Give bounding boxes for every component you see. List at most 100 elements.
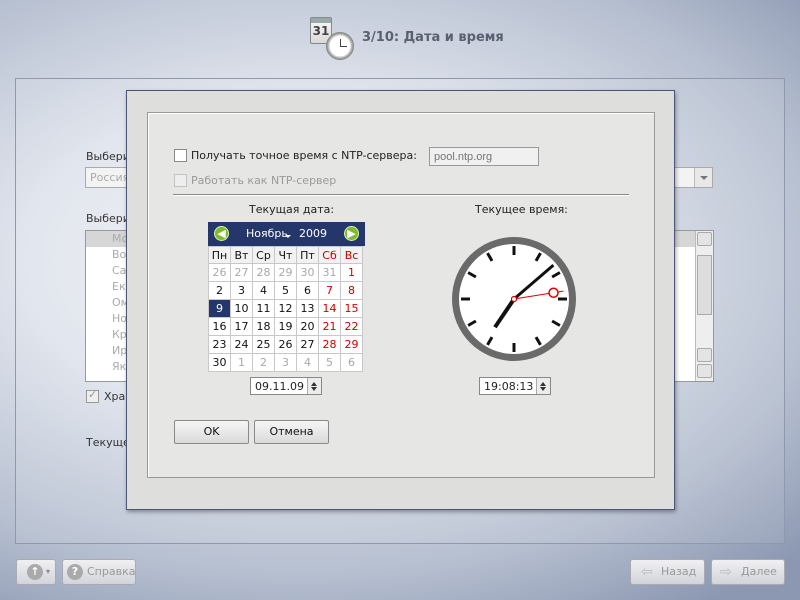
- calendar-day[interactable]: 5: [318, 353, 341, 372]
- time-spinbox[interactable]: 19:08:13: [479, 377, 551, 395]
- store-checkbox[interactable]: [86, 388, 99, 403]
- cancel-button[interactable]: Отмена: [254, 420, 329, 444]
- step-title: 3/10: Дата и время: [362, 30, 504, 45]
- date-time-dialog: Получать точное время с NTP-сервера: Раб…: [126, 90, 675, 510]
- calendar-day[interactable]: 23: [208, 335, 231, 354]
- store-checkbox-label: Хра: [104, 390, 126, 403]
- clock-icon: [326, 32, 354, 60]
- calendar-day[interactable]: 14: [318, 299, 341, 318]
- calendar-month[interactable]: Ноябрь: [246, 227, 288, 240]
- weekday-header: Вс: [340, 246, 363, 264]
- calendar-day[interactable]: 3: [230, 281, 253, 300]
- calendar-day[interactable]: 18: [252, 317, 275, 336]
- calendar-header: ◀ Ноябрь 2009 ▶: [208, 222, 365, 246]
- time-value: 19:08:13: [484, 380, 534, 393]
- calendar-day[interactable]: 25: [252, 335, 275, 354]
- dialog-body: Получать точное время с NTP-сервера: Раб…: [147, 112, 655, 478]
- ntp-checkbox[interactable]: [174, 149, 187, 162]
- weekday-header: Вт: [230, 246, 253, 264]
- calendar-day[interactable]: 2: [208, 281, 231, 300]
- calendar-day[interactable]: 20: [296, 317, 319, 336]
- scroll-up-button[interactable]: [697, 232, 712, 246]
- calendar-day[interactable]: 13: [296, 299, 319, 318]
- weekday-header: Чт: [274, 246, 297, 264]
- date-spin-arrows-icon[interactable]: [307, 378, 321, 394]
- chevron-down-icon: ▾: [46, 567, 51, 576]
- ntp-server-input[interactable]: [429, 147, 539, 166]
- calendar-day[interactable]: 24: [230, 335, 253, 354]
- work-as-server-label: Работать как NTP-сервер: [191, 174, 337, 187]
- calendar-day[interactable]: 2: [252, 353, 275, 372]
- calendar-day[interactable]: 12: [274, 299, 297, 318]
- calendar-day[interactable]: 30: [296, 263, 319, 282]
- calendar-day[interactable]: 10: [230, 299, 253, 318]
- scroll-thumb[interactable]: [697, 255, 712, 315]
- weekday-header: Пн: [208, 246, 231, 264]
- ok-button[interactable]: OK: [174, 420, 249, 444]
- calendar-day[interactable]: 31: [318, 263, 341, 282]
- calendar-day[interactable]: 30: [208, 353, 231, 372]
- scroll-down-button[interactable]: [697, 348, 712, 362]
- help-label: Справка: [87, 565, 136, 578]
- calendar-day[interactable]: 16: [208, 317, 231, 336]
- date-spinbox[interactable]: 09.11.09: [250, 377, 322, 395]
- region-label: Выбери: [86, 150, 130, 163]
- arrow-right-icon: ⇨: [720, 564, 732, 580]
- scroll-down-button-2[interactable]: [697, 364, 712, 378]
- clock-center: [510, 295, 518, 303]
- calendar-day[interactable]: 27: [230, 263, 253, 282]
- calendar-day[interactable]: 27: [296, 335, 319, 354]
- calendar-day[interactable]: 21: [318, 317, 341, 336]
- calendar-day[interactable]: 17: [230, 317, 253, 336]
- calendar-day[interactable]: 6: [296, 281, 319, 300]
- calendar-day[interactable]: 26: [208, 263, 231, 282]
- prev-month-arrow-icon[interactable]: ◀: [214, 226, 229, 241]
- weekday-header: Ср: [252, 246, 275, 264]
- calendar-day[interactable]: 29: [340, 335, 363, 354]
- zone-label: Выбери: [86, 212, 130, 225]
- current-date-label: Текущая дата:: [249, 203, 335, 216]
- analog-clock: [452, 237, 576, 361]
- current-time-label: Текущее время:: [475, 203, 568, 216]
- calendar-day[interactable]: 9: [208, 299, 231, 318]
- calendar-day[interactable]: 1: [230, 353, 253, 372]
- calendar-day[interactable]: 11: [252, 299, 275, 318]
- next-button[interactable]: ⇨ Далее: [711, 559, 785, 585]
- separator: [173, 194, 629, 196]
- back-button[interactable]: ⇦ Назад: [630, 559, 705, 585]
- calendar-grid: Пн Вт Ср Чт Пт Сб Вс 26 27 28 29 30 31 1 2 3 4 5 6 7 8 9 10 11 1…: [208, 246, 363, 372]
- menu-button[interactable]: ↑ ▾: [16, 559, 56, 585]
- region-combo-value: Россия: [90, 171, 130, 184]
- calendar-day[interactable]: 29: [274, 263, 297, 282]
- calendar-day[interactable]: 1: [340, 263, 363, 282]
- calendar-day[interactable]: 28: [318, 335, 341, 354]
- calendar-day[interactable]: 3: [274, 353, 297, 372]
- calendar-year[interactable]: 2009: [299, 227, 327, 240]
- current-time-bg-label: Текуще: [86, 436, 130, 449]
- calendar-day[interactable]: 22: [340, 317, 363, 336]
- next-label: Далее: [741, 565, 777, 578]
- chevron-down-icon[interactable]: [694, 168, 712, 187]
- calendar-day[interactable]: 26: [274, 335, 297, 354]
- month-dropdown-icon[interactable]: [285, 235, 291, 241]
- calendar-day[interactable]: 28: [252, 263, 275, 282]
- back-label: Назад: [661, 565, 697, 578]
- calendar-day[interactable]: 5: [274, 281, 297, 300]
- calendar-day[interactable]: 4: [296, 353, 319, 372]
- timezone-scrollbar[interactable]: [695, 231, 713, 381]
- time-spin-arrows-icon[interactable]: [536, 378, 550, 394]
- weekday-header: Пт: [296, 246, 319, 264]
- calendar-day[interactable]: 7: [318, 281, 341, 300]
- calendar-day[interactable]: 6: [340, 353, 363, 372]
- calendar-day[interactable]: 4: [252, 281, 275, 300]
- date-value: 09.11.09: [255, 380, 304, 393]
- calendar-day[interactable]: 19: [274, 317, 297, 336]
- calendar-day[interactable]: 15: [340, 299, 363, 318]
- next-month-arrow-icon[interactable]: ▶: [344, 226, 359, 241]
- work-as-server-checkbox[interactable]: [174, 174, 187, 187]
- ntp-checkbox-label: Получать точное время с NTP-сервера:: [191, 149, 417, 162]
- calendar: ◀ Ноябрь 2009 ▶ Пн Вт Ср Чт Пт Сб Вс 26 27 28 29 30…: [208, 222, 365, 372]
- calendar-day[interactable]: 8: [340, 281, 363, 300]
- help-button[interactable]: ? Справка: [62, 559, 136, 585]
- arrow-up-icon: ↑: [27, 564, 43, 580]
